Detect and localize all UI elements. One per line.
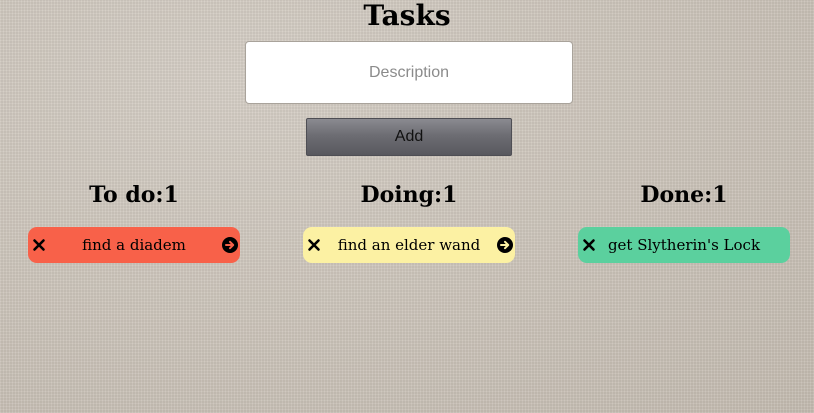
column-todo: To do:1 find a diadem [28,180,240,263]
close-icon[interactable] [307,238,321,252]
description-input[interactable] [245,41,573,104]
task-text: find a diadem [82,236,186,254]
task-card: get Slytherin's Lock [578,227,790,263]
column-heading-todo: To do:1 [89,182,179,208]
task-text: find an elder wand [337,236,481,254]
column-done: Done:1 get Slytherin's Lock [578,180,790,263]
add-button[interactable]: Add [306,118,512,156]
column-doing: Doing:1 find an elder wand [303,180,515,263]
task-card: find an elder wand [303,227,515,263]
task-text: get Slytherin's Lock [607,236,761,254]
column-heading-done: Done:1 [640,182,728,208]
task-card: find a diadem [28,227,240,263]
arrow-right-circle-icon[interactable] [222,237,238,253]
page-title: Tasks [363,0,451,32]
close-icon[interactable] [32,238,46,252]
column-heading-doing: Doing:1 [360,182,458,208]
close-icon[interactable] [582,238,596,252]
arrow-right-circle-icon[interactable] [497,237,513,253]
